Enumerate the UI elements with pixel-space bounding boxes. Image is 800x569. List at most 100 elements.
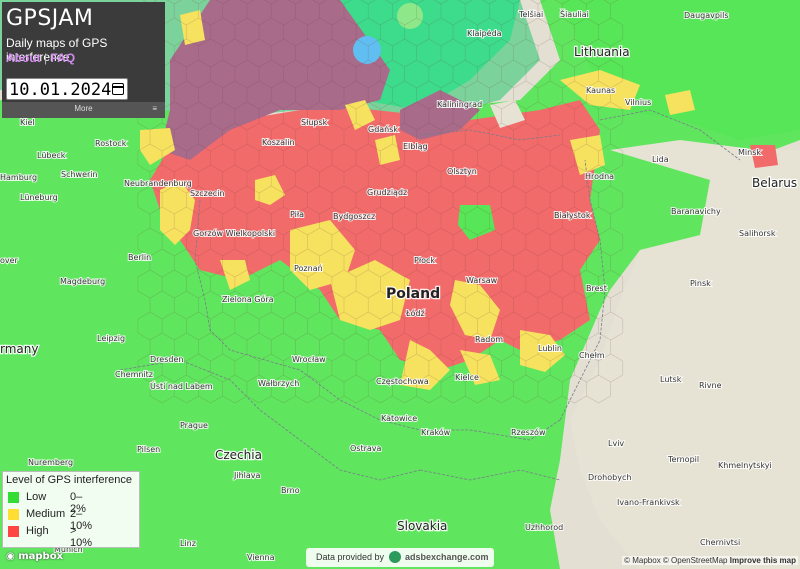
- legend-title: Level of GPS interference: [6, 474, 132, 486]
- city-label-slupsk: Słupsk: [301, 118, 328, 127]
- city-label-lubeck: Lübeck: [37, 151, 66, 160]
- data-provider-badge[interactable]: Data provided by adsbexchange.com: [306, 548, 494, 567]
- city-label-elblag: Elbląg: [403, 142, 428, 151]
- city-label-luneburg: Lüneburg: [20, 193, 58, 202]
- city-label-lutsk: Lutsk: [660, 375, 682, 384]
- sea-light-patch: [397, 3, 423, 29]
- date-value: 10.01.2024: [9, 80, 112, 100]
- city-label-olsztyn: Olsztyn: [447, 167, 477, 176]
- legend-swatch-low: [8, 492, 19, 503]
- city-label-kaunas: Kaunas: [586, 86, 615, 95]
- city-label-salihorsk: Salihorsk: [739, 229, 776, 238]
- legend-name: High: [26, 525, 49, 537]
- city-label-schwerin: Schwerin: [61, 170, 98, 179]
- city-label-walbrzych: Wałbrzych: [258, 379, 299, 388]
- improve-map-link[interactable]: Improve this map: [730, 556, 796, 565]
- country-label-czechia: Czechia: [215, 448, 262, 462]
- city-label-khmelnytskyi: Khmelnytskyi: [718, 461, 772, 470]
- city-label-brest: Brest: [586, 284, 607, 293]
- data-provided-label: Data provided by: [316, 552, 385, 562]
- more-label: More: [74, 104, 93, 113]
- city-label-lviv: Lviv: [608, 439, 624, 448]
- city-label-katowice: Katowice: [381, 414, 417, 423]
- city-label-czestochowa: Częstochowa: [376, 377, 429, 386]
- city-label-berlin: Berlin: [128, 253, 151, 262]
- city-label-siauliai: Šiauliai: [560, 8, 589, 19]
- city-label-grudziadz: Grudziądz: [367, 188, 407, 197]
- more-button[interactable]: More ≡: [2, 102, 165, 118]
- city-label-baranavichy: Baranavichy: [671, 207, 721, 216]
- legend-swatch-high: [8, 526, 19, 537]
- city-label-bydgoszcz: Bydgoszcz: [333, 212, 375, 221]
- city-label-chemnitz: Chemnitz: [115, 370, 153, 379]
- city-label-minsk: Minsk: [738, 148, 761, 157]
- city-label-dresden: Dresden: [150, 355, 183, 364]
- about-link[interactable]: About: [6, 51, 41, 65]
- city-label-bialystok: Białystok: [554, 211, 591, 220]
- city-label-hamburg: Hamburg: [0, 173, 37, 182]
- city-label-vilnius: Vilnius: [625, 98, 651, 107]
- legend: Level of GPS interference Low 0–2% Mediu…: [2, 471, 140, 549]
- city-label-kaliningrad: Kaliningrad: [437, 100, 482, 109]
- city-label-koszalin: Koszalin: [262, 138, 295, 147]
- mapbox-logo[interactable]: ◉ mapbox: [6, 551, 63, 562]
- city-label-plzen: Pilsen: [137, 445, 160, 454]
- country-label-belarus: Belarus: [752, 176, 797, 190]
- city-label-pila: Piła: [290, 210, 304, 219]
- app-title: GPSJAM: [6, 6, 94, 31]
- attribution-text[interactable]: © Mapbox © OpenStreetMap: [624, 556, 727, 565]
- header-panel: GPSJAM Daily maps of GPS interference Ab…: [2, 2, 165, 118]
- sea-blue-patch: [353, 36, 381, 64]
- faq-link[interactable]: FAQ: [50, 51, 75, 65]
- link-separator: |: [44, 51, 48, 65]
- country-label-poland: Poland: [386, 286, 440, 302]
- legend-swatch-medium: [8, 509, 19, 520]
- city-label-uzhhorod: Uzhhorod: [525, 523, 563, 532]
- city-label-wroclaw: Wrocław: [292, 355, 326, 364]
- city-label-drohobych: Drohobych: [588, 473, 631, 482]
- city-label-zielona: Zielona Góra: [222, 294, 274, 304]
- mapbox-logo-text: mapbox: [18, 551, 64, 562]
- city-label-chernivtsi: Chernivtsi: [700, 538, 740, 547]
- city-label-lodz: Łódź: [405, 308, 425, 318]
- city-label-gorzow: Gorzów Wielkopolski: [193, 228, 275, 238]
- mapbox-icon: ◉: [6, 551, 19, 562]
- city-label-telsiai: Telšiai: [518, 9, 543, 19]
- city-label-rivne: Rivne: [699, 381, 722, 390]
- legend-name: Medium: [26, 508, 66, 520]
- legend-name: Low: [26, 491, 47, 503]
- data-source-link[interactable]: adsbexchange.com: [405, 548, 489, 567]
- city-label-hrodna: Hrodna: [585, 172, 614, 181]
- city-label-prague: Prague: [180, 421, 208, 430]
- city-label-rzeszow: Rzeszów: [511, 427, 546, 437]
- country-label-slovakia: Slovakia: [397, 519, 447, 533]
- city-label-neubrandenburg: Neubrandenburg: [124, 179, 192, 188]
- city-label-krakow: Kraków: [421, 427, 451, 437]
- adsbexchange-logo-icon: [389, 551, 401, 563]
- city-label-ternopil: Ternopil: [667, 455, 699, 464]
- city-label-vienna: Vienna: [247, 553, 275, 562]
- city-label-brno: Brno: [281, 486, 300, 495]
- map-attribution: © Mapbox © OpenStreetMap Improve this ma…: [622, 556, 798, 565]
- legend-range: > 10%: [70, 525, 93, 549]
- date-input[interactable]: 10.01.2024: [6, 78, 128, 100]
- city-label-ivano: Ivano-Frankivsk: [617, 498, 680, 507]
- city-label-lida: Lida: [652, 155, 669, 164]
- city-label-radom: Radom: [475, 335, 503, 344]
- city-label-lublin: Lublin: [538, 344, 562, 353]
- city-label-nuremberg: Nuremberg: [28, 458, 73, 467]
- country-label-lithuania: Lithuania: [574, 45, 630, 59]
- city-label-kielce: Kielce: [455, 373, 479, 382]
- city-label-gdansk: Gdańsk: [368, 125, 398, 134]
- city-label-klaipeda: Klaipėda: [467, 29, 502, 38]
- city-label-warsaw: Warsaw: [466, 276, 498, 285]
- city-label-rostock: Rostock: [95, 139, 127, 148]
- city-label-pinsk: Pinsk: [690, 279, 711, 288]
- header-links: About | FAQ: [6, 51, 75, 65]
- country-label-germany: rmany: [0, 342, 38, 356]
- expand-icon: ≡: [152, 104, 157, 113]
- city-label-jihlava: Jihlava: [233, 471, 261, 480]
- city-label-leipzig: Leipzig: [97, 334, 125, 343]
- calendar-icon[interactable]: [112, 83, 124, 95]
- city-label-kiel: Kiel: [20, 118, 35, 127]
